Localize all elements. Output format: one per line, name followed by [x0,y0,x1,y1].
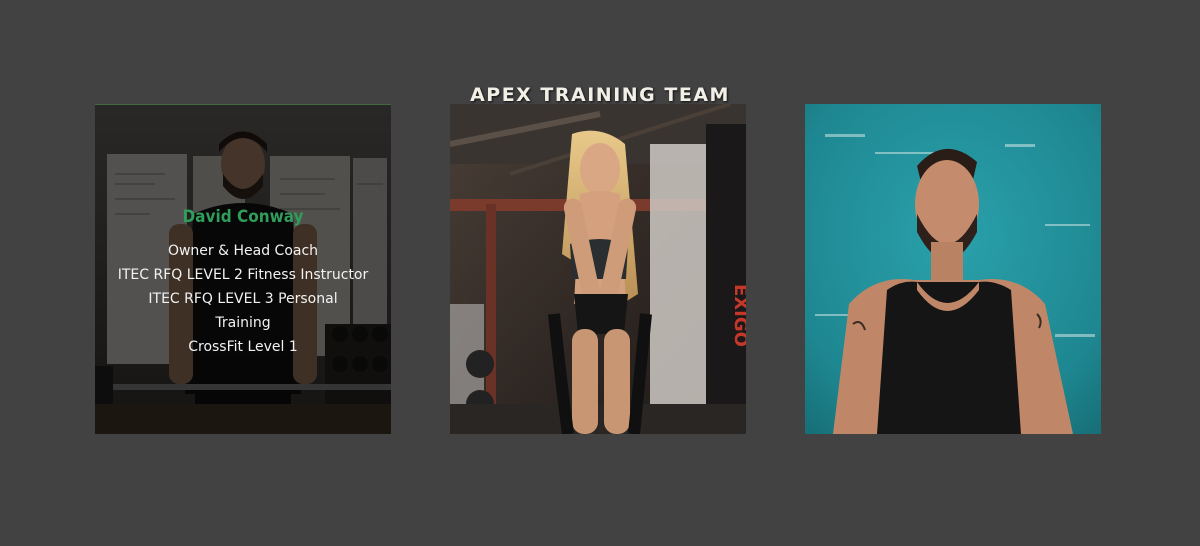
coach-name: David Conway [182,207,304,227]
coach-credential: Owner & Head Coach [167,243,319,259]
coach-credential: ITEC RFQ LEVEL 3 Personal [148,291,338,307]
coach-info-overlay: David Conway Owner & Head Coach ITEC RFQ… [95,104,391,434]
man-in-black-tank-top-teal-wall-photo [805,104,1101,434]
team-card-david-conway[interactable]: David Conway Owner & Head Coach ITEC RFQ… [95,104,391,434]
team-card-3[interactable] [805,104,1101,434]
coach-info: David Conway Owner & Head Coach ITEC RFQ… [95,205,391,359]
coach-credential: CrossFit Level 1 [188,339,298,355]
coach-credential: Training [215,315,271,331]
woman-with-battle-ropes-photo: EXIGO [450,104,746,434]
team-card-2[interactable]: EXIGO [450,104,746,434]
svg-text:EXIGO: EXIGO [730,284,746,347]
coach-credential: ITEC RFQ LEVEL 2 Fitness Instructor [117,267,369,283]
